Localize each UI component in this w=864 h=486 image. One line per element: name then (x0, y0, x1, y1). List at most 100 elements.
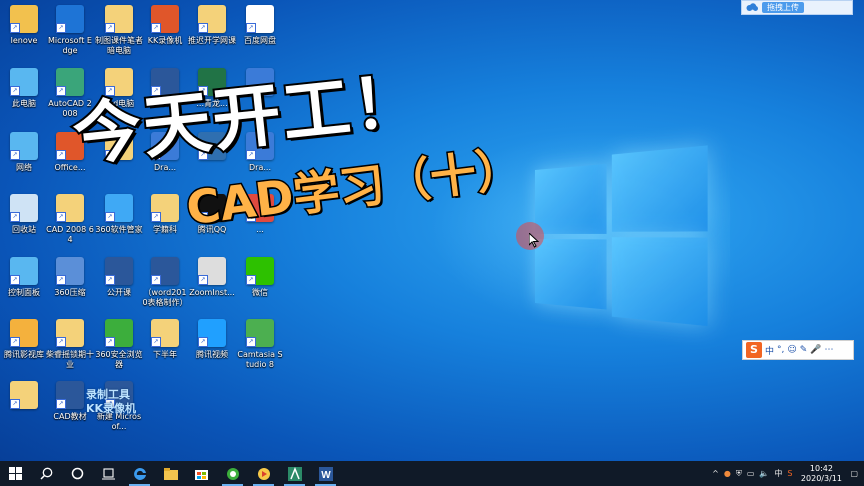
ime-status-bar[interactable]: S 中 °, ☺ ✎ 🎤 ⋯ (742, 340, 854, 360)
desktop-icon-label: CAD 2008 64 (46, 225, 94, 244)
taskbar-360-browser[interactable] (217, 461, 248, 486)
desktop-icon[interactable]: ↗ 360压缩 (46, 257, 94, 298)
desktop-icon[interactable]: ↗ KK录像机 (141, 5, 189, 46)
taskbar: W ^ ● ⛨ ▭ 🔈 中 S 10:42 2020/3/11 ▢ (0, 461, 864, 486)
volume-icon[interactable]: 🔈 (759, 469, 769, 478)
shortcut-arrow-icon: ↗ (246, 275, 256, 285)
desktop-icon[interactable]: ↗ 360安全浏览器 (95, 319, 143, 370)
camtasia-icon: ↗ (246, 319, 274, 347)
desktop-icon-label: 回收站 (12, 225, 36, 234)
kk-tray-icon[interactable]: ● (724, 469, 731, 478)
taskbar-file-explorer[interactable] (155, 461, 186, 486)
folder-doc-icon: ↗ (151, 194, 179, 222)
desktop-icon[interactable]: ↗ lenove (0, 5, 48, 46)
desktop-icon[interactable]: ↗ 柴睿摇锁期十业 (46, 319, 94, 370)
kk-recorder-icon: ↗ (151, 5, 179, 33)
desktop-icon[interactable]: ↗ 腾讯影视库 (0, 319, 48, 360)
zoom-installer-icon: ↗ (198, 257, 226, 285)
folder-doc-icon: ↗ (56, 319, 84, 347)
desktop-icon[interactable]: ↗ 公开课 (95, 257, 143, 298)
desktop-icon-label: 360压缩 (54, 288, 86, 297)
tencent-video-icon: ↗ (198, 319, 226, 347)
ime-emoji-button[interactable]: ☺ (787, 345, 796, 355)
desktop-icon[interactable]: ↗ Microsoft Edge (46, 5, 94, 56)
notification-icon[interactable]: ▢ (850, 469, 858, 478)
taskbar-ime-indicator[interactable]: 中 (774, 468, 782, 479)
shortcut-arrow-icon: ↗ (56, 337, 66, 347)
ime-more-button[interactable]: ⋯ (825, 345, 834, 355)
recorder-watermark: 录制工具 KK录像机 (86, 388, 164, 424)
shortcut-arrow-icon: ↗ (56, 275, 66, 285)
taskbar-edge[interactable] (124, 461, 155, 486)
software-manager-icon: ↗ (105, 194, 133, 222)
ime-punctuation-toggle[interactable]: °, (777, 345, 784, 355)
desktop-icon[interactable]: ↗ 控制面板 (0, 257, 48, 298)
desktop-icon[interactable]: ↗ (0, 381, 48, 412)
desktop-icon[interactable]: ↗ 此电脑 (0, 68, 48, 109)
desktop-icon[interactable]: ↗ 推迟开学网课 (188, 5, 236, 46)
network-tray-icon[interactable]: ▭ (747, 469, 755, 478)
desktop-icon[interactable]: ↗ CAD 2008 64 (46, 194, 94, 245)
desktop-icon[interactable]: ↗ 回收站 (0, 194, 48, 235)
search-button[interactable] (31, 461, 62, 486)
taskbar-clock[interactable]: 10:42 2020/3/11 (797, 464, 845, 484)
clock-time: 10:42 (809, 463, 833, 473)
desktop-icon-label: KK录像机 (147, 36, 183, 45)
security-tray-icon[interactable]: ⛨ (736, 469, 742, 479)
desktop-icon[interactable]: ↗ 学籍科 (141, 194, 189, 235)
ime-voice-button[interactable]: 🎤 (810, 345, 821, 355)
baidu-netdisk-icon: ↗ (246, 5, 274, 33)
task-view-icon (102, 468, 115, 480)
desktop-icon[interactable]: ↗ 360软件管家 (95, 194, 143, 235)
desktop-icon[interactable]: ↗ ZoomInst... (188, 257, 236, 298)
edge-icon: ↗ (56, 5, 84, 33)
taskbar-word[interactable]: W (310, 461, 341, 486)
shortcut-arrow-icon: ↗ (56, 399, 66, 409)
desktop-icon[interactable]: ↗ 微信 (236, 257, 284, 298)
taskbar-autocad[interactable] (279, 461, 310, 486)
search-icon (40, 467, 53, 480)
shortcut-arrow-icon: ↗ (198, 23, 208, 33)
shortcut-arrow-icon: ↗ (10, 275, 20, 285)
word-doc-icon: ↗ (151, 257, 179, 285)
shortcut-arrow-icon: ↗ (246, 337, 256, 347)
desktop-icon-label: 此电脑 (12, 99, 36, 108)
desktop-icon[interactable]: ↗ 网络 (0, 132, 48, 173)
desktop-icon[interactable]: ↗ 下半年 (141, 319, 189, 360)
desktop: ↗ lenove ↗ Microsoft Edge ↗ 制图课件笔者暗电脑 ↗ KK录像机 ↗ 推… (0, 0, 864, 461)
shortcut-arrow-icon: ↗ (56, 23, 66, 33)
desktop-icon-label: 柴睿摇锁期十业 (46, 350, 94, 369)
sogou-tray-icon[interactable]: S (787, 469, 792, 478)
shortcut-arrow-icon: ↗ (10, 212, 20, 222)
shortcut-arrow-icon: ↗ (151, 275, 161, 285)
taskbar-store[interactable] (186, 461, 217, 486)
desktop-icon[interactable]: ↗ Camtasia Studio 8 (236, 319, 284, 370)
desktop-icon-label: 360安全浏览器 (95, 350, 143, 369)
drag-upload-button[interactable]: 拖拽上传 (762, 2, 804, 13)
ime-handwrite-button[interactable]: ✎ (800, 345, 808, 355)
shortcut-arrow-icon: ↗ (198, 337, 208, 347)
folder-doc-icon: ↗ (10, 381, 38, 409)
desktop-icon-label: 百度网盘 (244, 36, 276, 45)
shortcut-arrow-icon: ↗ (151, 212, 161, 222)
shortcut-arrow-icon: ↗ (105, 337, 115, 347)
desktop-icon[interactable]: ↗ 百度网盘 (236, 5, 284, 46)
shortcut-arrow-icon: ↗ (56, 86, 66, 96)
shortcut-arrow-icon: ↗ (246, 23, 256, 33)
task-view-button[interactable] (93, 461, 124, 486)
svg-text:W: W (321, 470, 331, 481)
folder-doc-icon: ↗ (56, 194, 84, 222)
desktop-icon[interactable]: ↗ （word2010表格制作） (141, 257, 189, 308)
baidu-upload-widget[interactable]: 拖拽上传 (741, 0, 853, 15)
ime-mode-toggle[interactable]: 中 (765, 344, 774, 357)
watermark-line-2: KK录像机 (86, 402, 137, 415)
desktop-icon[interactable]: ↗ 腾讯视频 (188, 319, 236, 360)
cortana-button[interactable] (62, 461, 93, 486)
taskbar-player[interactable] (248, 461, 279, 486)
wechat-icon: ↗ (246, 257, 274, 285)
windows-logo-wallpaper (535, 145, 709, 327)
sogou-logo-icon[interactable]: S (746, 342, 762, 358)
desktop-icon[interactable]: ↗ 制图课件笔者暗电脑 (95, 5, 143, 56)
start-button[interactable] (0, 461, 31, 486)
show-hidden-icons-icon[interactable]: ^ (712, 469, 719, 478)
